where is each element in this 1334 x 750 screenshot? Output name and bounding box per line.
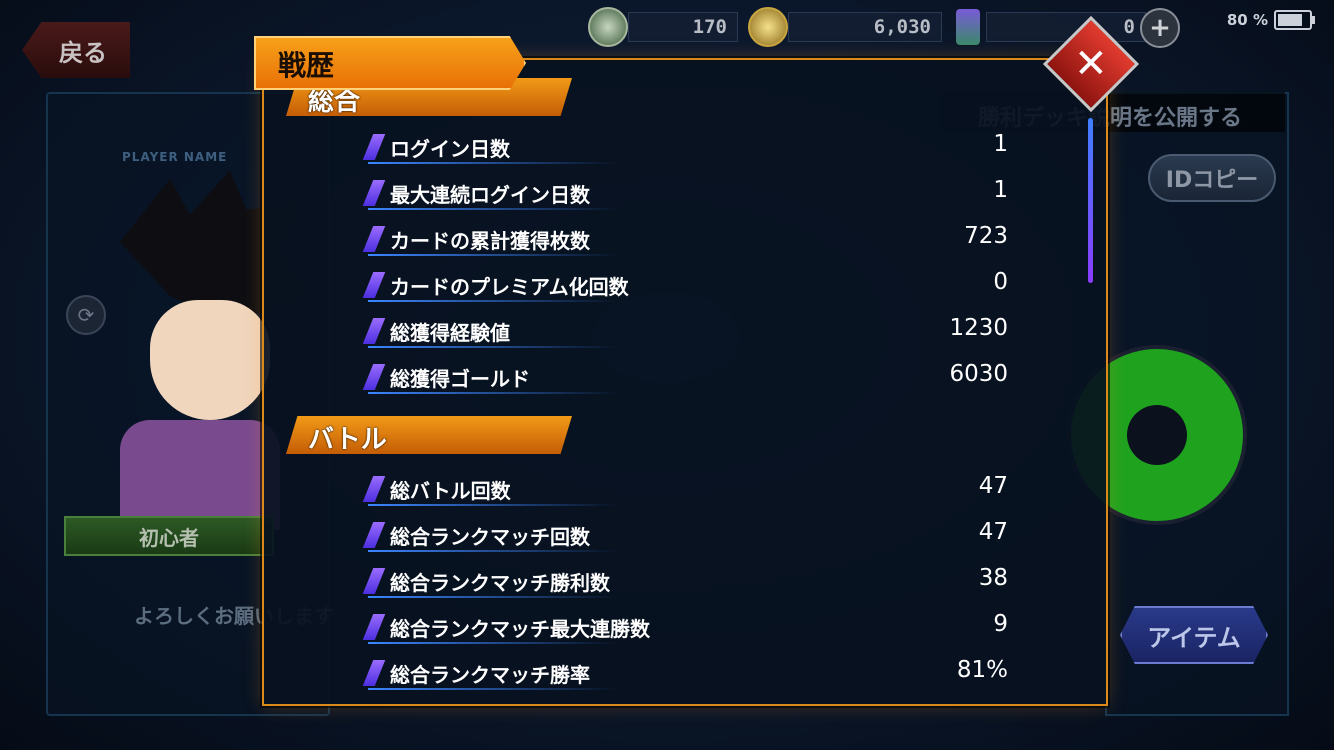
currency-1-value: 170 <box>692 16 727 38</box>
back-button[interactable]: 戻る <box>22 22 130 78</box>
record-scroll-area[interactable]: 総合 ログイン日数 1 最大連続ログイン日数 1 カードの累計獲得枚数 723 … <box>264 60 1106 704</box>
add-currency-button[interactable]: + <box>1140 8 1180 48</box>
currency-1: 170 <box>588 7 738 47</box>
close-icon: ✕ <box>1074 40 1108 87</box>
row-underline <box>368 392 618 394</box>
battle-record-modal: 総合 ログイン日数 1 最大連続ログイン日数 1 カードの累計獲得枚数 723 … <box>262 58 1108 706</box>
battery-percent: 80 % <box>1226 11 1268 29</box>
row-underline <box>368 300 618 302</box>
gold-coin-icon <box>748 7 788 47</box>
row-marker-icon <box>362 476 386 502</box>
modal-title-label: 戦歴 <box>278 49 335 82</box>
stat-value: 6030 <box>949 361 1008 387</box>
battery-status: 80 % <box>1226 10 1315 30</box>
battery-fill <box>1278 14 1302 26</box>
character-body <box>120 420 280 530</box>
title-badge: 初心者 <box>64 516 274 556</box>
stat-row-total-gold: 総獲得ゴールド 6030 <box>362 360 1008 394</box>
scrollbar[interactable] <box>1088 118 1093 283</box>
battery-icon <box>1274 10 1315 30</box>
stat-value: 723 <box>964 223 1008 249</box>
stat-label: カードのプレミアム化回数 <box>390 275 629 299</box>
stat-row-total-battles: 総バトル回数 47 <box>362 472 1008 506</box>
currency-3: 0 <box>956 9 1146 45</box>
stat-label: 総獲得ゴールド <box>390 367 530 391</box>
row-underline <box>368 346 618 348</box>
row-marker-icon <box>362 364 386 390</box>
stat-row-login-days: ログイン日数 1 <box>362 130 1008 164</box>
stat-row-max-login-streak: 最大連続ログイン日数 1 <box>362 176 1008 210</box>
stat-value: 47 <box>978 473 1008 499</box>
row-underline <box>368 208 618 210</box>
stat-label: ログイン日数 <box>390 137 510 161</box>
player-name-label: PLAYER NAME <box>122 150 228 164</box>
section-header-label: バトル <box>308 425 387 455</box>
item-button[interactable]: アイテム <box>1120 606 1268 664</box>
row-underline <box>368 254 618 256</box>
refresh-icon[interactable]: ⟳ <box>66 295 106 335</box>
stat-row-rank-wins: 総合ランクマッチ勝利数 38 <box>362 564 1008 598</box>
row-marker-icon <box>362 568 386 594</box>
stat-label: 総バトル回数 <box>390 479 511 503</box>
stat-value: 47 <box>978 519 1008 545</box>
stat-row-max-win-streak: 総合ランクマッチ最大連勝数 9 <box>362 610 1008 644</box>
stat-value: 38 <box>978 565 1008 591</box>
row-marker-icon <box>362 318 386 344</box>
row-marker-icon <box>362 180 386 206</box>
crystal-icon <box>956 9 980 45</box>
row-marker-icon <box>362 522 386 548</box>
row-underline <box>368 688 618 690</box>
currency-3-box: 0 <box>986 12 1146 42</box>
stat-label: 総獲得経験値 <box>390 321 510 345</box>
stat-value: 81% <box>956 657 1008 683</box>
currency-3-value: 0 <box>1123 16 1135 38</box>
row-marker-icon <box>362 226 386 252</box>
stat-label: 総合ランクマッチ勝率 <box>390 663 590 687</box>
stat-row-premium-count: カードのプレミアム化回数 0 <box>362 268 1008 302</box>
stat-value: 9 <box>993 611 1008 637</box>
stat-label: 最大連続ログイン日数 <box>390 183 590 207</box>
stat-row-total-exp: 総獲得経験値 1230 <box>362 314 1008 348</box>
row-underline <box>368 596 618 598</box>
row-underline <box>368 642 618 644</box>
stat-value: 0 <box>993 269 1008 295</box>
currency-2-box: 6,030 <box>788 12 942 42</box>
stat-value: 1230 <box>949 315 1008 341</box>
row-marker-icon <box>362 660 386 686</box>
row-marker-icon <box>362 272 386 298</box>
currency-2: 6,030 <box>748 7 942 47</box>
row-marker-icon <box>362 614 386 640</box>
stat-label: 総合ランクマッチ勝利数 <box>390 571 610 595</box>
stat-row-rank-matches: 総合ランクマッチ回数 47 <box>362 518 1008 552</box>
row-marker-icon <box>362 134 386 160</box>
stat-label: カードの累計獲得枚数 <box>390 229 590 253</box>
stat-label: 総合ランクマッチ最大連勝数 <box>390 617 650 641</box>
character-face <box>150 300 270 420</box>
row-underline <box>368 504 618 506</box>
stat-value: 1 <box>993 177 1008 203</box>
stat-value: 1 <box>993 131 1008 157</box>
plus-icon: + <box>1149 13 1171 43</box>
stat-row-cards-obtained: カードの累計獲得枚数 723 <box>362 222 1008 256</box>
row-underline <box>368 550 618 552</box>
medal-icon <box>588 7 628 47</box>
currency-2-value: 6,030 <box>873 16 931 38</box>
id-copy-button[interactable]: IDコピー <box>1148 154 1276 202</box>
stat-label: 総合ランクマッチ回数 <box>390 525 590 549</box>
modal-title: 戦歴 <box>254 36 526 90</box>
section-header-battle: バトル <box>286 416 572 454</box>
currency-1-box: 170 <box>628 12 738 42</box>
stat-row-win-rate: 総合ランクマッチ勝率 81% <box>362 656 1008 690</box>
row-underline <box>368 162 618 164</box>
